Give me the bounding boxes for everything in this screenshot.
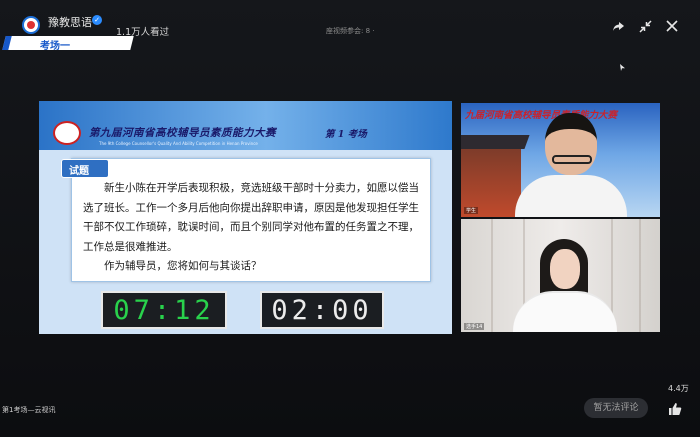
- judge-body: [513, 291, 617, 332]
- venue-tag: 考场一: [40, 41, 70, 52]
- competition-emblem-icon: [53, 121, 81, 145]
- comment-input[interactable]: 暂无法评论: [584, 398, 648, 418]
- curtain-fold: [491, 219, 493, 332]
- candidate-head: [545, 113, 597, 175]
- top-bar: 豫教思语 ✓ 1.1万人看过 考场一 座视频参会: 8 ·: [0, 0, 700, 52]
- candidate-body: [515, 175, 627, 217]
- channel-avatar[interactable]: [22, 16, 40, 34]
- live-stream-player: 豫教思语 ✓ 1.1万人看过 考场一 座视频参会: 8 · 第九届河南省高校辅导…: [0, 0, 700, 437]
- candidate-glasses: [552, 155, 592, 164]
- bottom-caption: 第1考场—云视讯: [2, 406, 56, 414]
- thumbs-up-icon[interactable]: [668, 401, 682, 415]
- collapse-icon[interactable]: [639, 20, 652, 36]
- question-text: 新生小陈在开学后表现积极，竞选班级干部时十分卖力，如愿以偿当选了班长。工作一个多…: [83, 182, 419, 253]
- elapsed-timer: 07:12: [101, 291, 227, 329]
- curtain-fold: [639, 219, 641, 332]
- candidate-name-tag: 学生: [464, 207, 479, 214]
- judge-name-tag: 选手14: [464, 323, 485, 330]
- candidate-banner-text: 九届河南省高校辅导员素质能力大赛: [465, 110, 618, 121]
- exam-slide: 第九届河南省高校辅导员素质能力大赛 The 9th College Counse…: [39, 101, 452, 334]
- verified-icon: ✓: [92, 15, 102, 25]
- channel-name[interactable]: 豫教思语: [48, 14, 92, 30]
- mouse-cursor: [620, 64, 625, 71]
- question-prompt: 作为辅导员，您将如何与其谈话？: [104, 260, 262, 272]
- share-icon[interactable]: [612, 20, 625, 36]
- candidate-video[interactable]: 九届河南省高校辅导员素质能力大赛 学生: [461, 103, 660, 217]
- question-tab-label: 试题: [69, 166, 89, 177]
- judge-face: [550, 249, 580, 289]
- like-count: 4.4万: [668, 384, 689, 393]
- slide-title: 第九届河南省高校辅导员素质能力大赛: [89, 127, 276, 139]
- ticker-text: 座视频参会: 8 ·: [326, 27, 375, 35]
- slide-subtitle: The 9th College Counsellor's Quality And…: [99, 141, 258, 146]
- slide-header: 第九届河南省高校辅导员素质能力大赛 The 9th College Counse…: [39, 101, 452, 150]
- judge-video[interactable]: 选手14: [461, 219, 660, 332]
- slide-stage-number: 第 1 考场: [325, 129, 367, 140]
- limit-timer: 02:00: [260, 291, 384, 329]
- elapsed-timer-value: 07:12: [113, 295, 215, 326]
- close-icon[interactable]: [666, 20, 678, 35]
- limit-timer-value: 02:00: [271, 295, 373, 326]
